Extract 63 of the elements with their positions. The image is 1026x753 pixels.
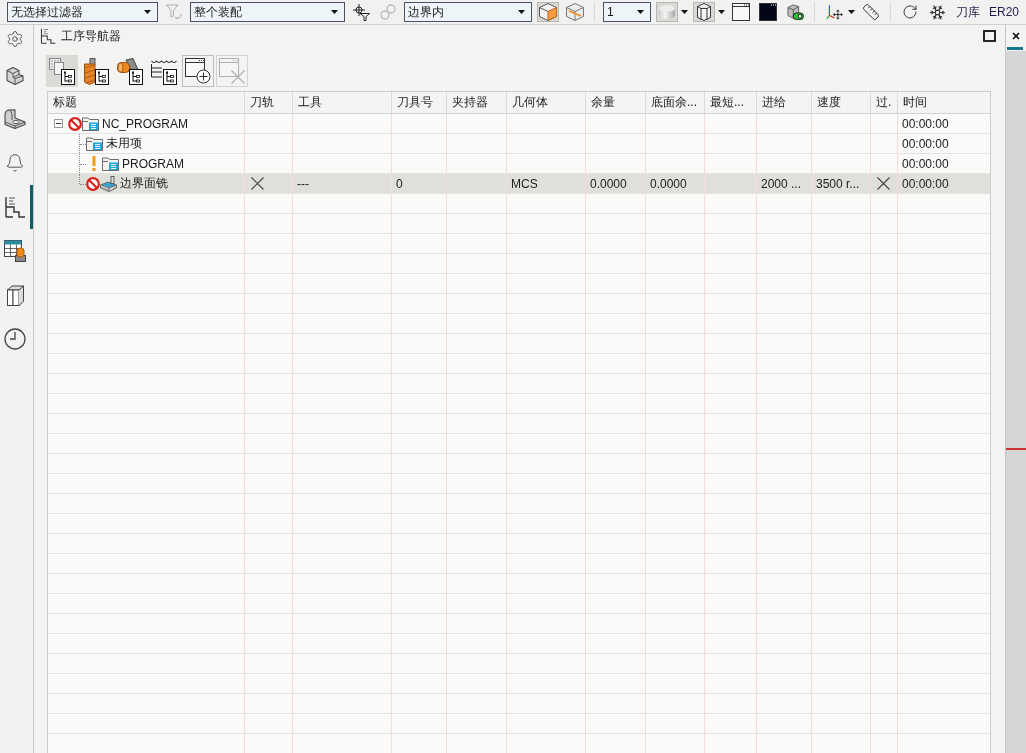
tree-steps-icon[interactable] [4, 196, 26, 218]
column-header[interactable]: 速度 [812, 92, 871, 113]
table-cell: --- [293, 174, 392, 193]
column-header[interactable]: 底面余... [646, 92, 705, 113]
tree-node-label[interactable]: 未用项 [103, 135, 142, 152]
column-header[interactable]: 时间 [898, 92, 990, 113]
tree-node-label[interactable]: 边界面铣 [117, 175, 168, 192]
table-cell: MCS [507, 174, 586, 193]
table-row[interactable]: NC_PROGRAM 00:00:00 [48, 114, 990, 134]
column-header[interactable]: 几何体 [507, 92, 586, 113]
table-row[interactable]: 未用项 00:00:00 [48, 134, 990, 154]
table-cell: 0 [392, 174, 447, 193]
table-cell-text: 00:00:00 [901, 135, 950, 153]
column-header[interactable]: 过. [871, 92, 898, 113]
blocks-icon[interactable] [6, 65, 24, 85]
table-cell: 0.0000 [646, 174, 705, 193]
table-cell: 3500 r... [812, 174, 871, 193]
close-icon[interactable] [1011, 31, 1021, 41]
tree-node-label[interactable]: PROGRAM [119, 156, 184, 171]
tree-node-label[interactable]: NC_PROGRAM [99, 116, 188, 131]
tab-indicator [1007, 47, 1023, 50]
axis-line [1006, 448, 1026, 450]
folder-icon [82, 116, 99, 131]
column-header[interactable]: 进给 [757, 92, 812, 113]
table-cell: 0.0000 [586, 174, 646, 193]
column-header[interactable]: 夹持器 [447, 92, 507, 113]
settings-icon[interactable] [6, 30, 24, 48]
caret-icon [144, 10, 151, 14]
caret-icon[interactable] [848, 10, 855, 14]
column-header[interactable]: 工具 [293, 92, 392, 113]
column-header[interactable]: 刀轨 [245, 92, 293, 113]
folder-icon [86, 136, 103, 151]
dropdown[interactable]: 无选择过滤器 [7, 2, 158, 22]
dropdown[interactable]: 1 [603, 2, 651, 22]
column-header[interactable]: 最短... [705, 92, 757, 113]
maximize-icon[interactable] [983, 30, 996, 42]
dropdown[interactable]: 整个装配 [190, 2, 345, 22]
toolbar-text-button[interactable]: ER20 [986, 2, 1023, 22]
dropdown[interactable]: 边界内 [404, 2, 532, 22]
table-cell-text: 00:00:00 [901, 155, 950, 173]
panel-title: 工序导航器 [61, 27, 121, 45]
column-header[interactable]: 标题 [48, 92, 245, 113]
table-cell-text: 00:00:00 [901, 115, 950, 133]
clock-icon[interactable] [4, 328, 26, 350]
tree-steps-icon [40, 28, 56, 44]
caret-icon [518, 10, 525, 14]
column-header[interactable]: 余量 [586, 92, 646, 113]
bell-icon[interactable] [5, 153, 25, 173]
table-icon[interactable] [4, 240, 26, 262]
caret-icon[interactable] [718, 10, 725, 14]
books-icon[interactable] [6, 284, 24, 306]
milling-operation-icon [100, 175, 117, 192]
column-header[interactable]: 刀具号 [392, 92, 447, 113]
bracket-part-icon[interactable] [4, 109, 26, 129]
caret-icon [331, 10, 338, 14]
caret-icon[interactable] [681, 10, 688, 14]
caret-icon [637, 10, 644, 14]
expand-toggle[interactable] [54, 119, 63, 128]
folder-icon [102, 156, 119, 171]
table-cell-text: 00:00:00 [901, 175, 950, 193]
table-row[interactable]: 边界面铣 --- 0 MCS 0.0000 0.0000 2000 ... 3500 r... 00:00:00 [48, 174, 990, 194]
table-cell: 2000 ... [757, 174, 812, 193]
toolbar-text-button[interactable]: 刀库 [953, 2, 983, 22]
